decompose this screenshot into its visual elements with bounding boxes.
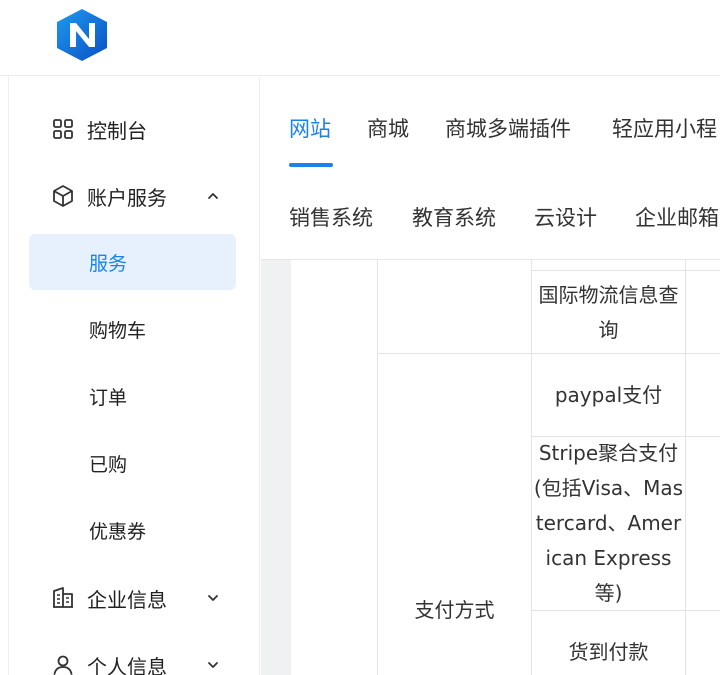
tab-website[interactable]: 网站 <box>289 113 331 143</box>
table-cell: paypal支付 <box>554 382 663 407</box>
window-left-edge <box>0 0 9 675</box>
tab-mall-multiplatform-plugin[interactable]: 商城多端插件 <box>445 113 571 143</box>
logo-icon[interactable] <box>52 7 112 63</box>
tab-enterprise-email[interactable]: 企业邮箱 <box>635 202 719 232</box>
sidebar-item-label: 账户服务 <box>87 185 167 210</box>
sidebar-subitem-label: 服务 <box>89 252 128 275</box>
sidebar-subitem-label: 订单 <box>89 386 128 409</box>
tab-sales-system[interactable]: 销售系统 <box>289 202 373 232</box>
main-content: 网站 商城 商城多端插件 轻应用小程 销售系统 教育系统 云设计 企业邮箱 支付… <box>261 77 720 675</box>
tab-light-app-miniprogram[interactable]: 轻应用小程 <box>612 113 717 143</box>
table-cell: 国际物流信息查询 <box>532 278 685 348</box>
table-cell: 货到付款 <box>568 639 649 664</box>
building-icon <box>51 586 75 610</box>
sidebar-subitem-label: 已购 <box>89 453 128 476</box>
sidebar-subitem-orders[interactable]: 订单 <box>9 368 259 424</box>
sidebar-item-console[interactable]: 控制台 <box>9 101 259 157</box>
feature-table-viewport[interactable]: 支付方式 国际物流信息查询 paypal支付 Stripe聚合支付(包括Visa… <box>261 260 720 675</box>
product-tabs: 网站 商城 商城多端插件 轻应用小程 销售系统 教育系统 云设计 企业邮箱 <box>261 77 720 260</box>
table-cell: Stripe聚合支付(包括Visa、Mastercard、American Ex… <box>532 437 685 610</box>
sidebar-item-label: 个人信息 <box>87 654 167 675</box>
table-cell-text: Stripe聚合支付(包括Visa、Mastercard、American Ex… <box>533 441 684 605</box>
sidebar-item-personal-info[interactable]: 个人信息 <box>9 637 259 675</box>
sidebar-subitem-label: 优惠券 <box>89 520 147 543</box>
box-icon <box>51 184 75 208</box>
top-bar <box>0 0 720 76</box>
table-divider <box>685 260 686 675</box>
sidebar-item-account-services[interactable]: 账户服务 <box>9 168 259 224</box>
sidebar-subitem-purchased[interactable]: 已购 <box>9 435 259 491</box>
sidebar-subitem-cart[interactable]: 购物车 <box>9 301 259 357</box>
grid-icon <box>51 117 75 141</box>
tab-cloud-design[interactable]: 云设计 <box>534 202 597 232</box>
feature-table: 支付方式 国际物流信息查询 paypal支付 Stripe聚合支付(包括Visa… <box>291 260 720 675</box>
sidebar-subitem-services[interactable]: 服务 <box>29 234 236 290</box>
table-cell-text: 国际物流信息查询 <box>538 283 679 342</box>
active-tab-indicator <box>289 163 333 167</box>
user-icon <box>51 653 75 675</box>
sidebar-item-company-info[interactable]: 企业信息 <box>9 570 259 626</box>
sidebar-subitem-coupons[interactable]: 优惠券 <box>9 502 259 558</box>
chevron-down-icon[interactable] <box>205 590 221 606</box>
table-divider <box>531 270 720 271</box>
chevron-up-icon[interactable] <box>205 188 221 204</box>
sidebar-item-label: 控制台 <box>87 118 147 143</box>
sidebar-item-label: 企业信息 <box>87 587 167 612</box>
table-group-cell: 支付方式 <box>414 597 495 622</box>
chevron-down-icon[interactable] <box>205 657 221 673</box>
tab-mall[interactable]: 商城 <box>367 113 409 143</box>
sidebar-subitem-label: 购物车 <box>89 319 147 342</box>
tab-education-system[interactable]: 教育系统 <box>412 202 496 232</box>
sidebar: 控制台 账户服务 服务 购物车 订单 已购 优惠券 企业信息 个人信息 <box>9 77 260 675</box>
